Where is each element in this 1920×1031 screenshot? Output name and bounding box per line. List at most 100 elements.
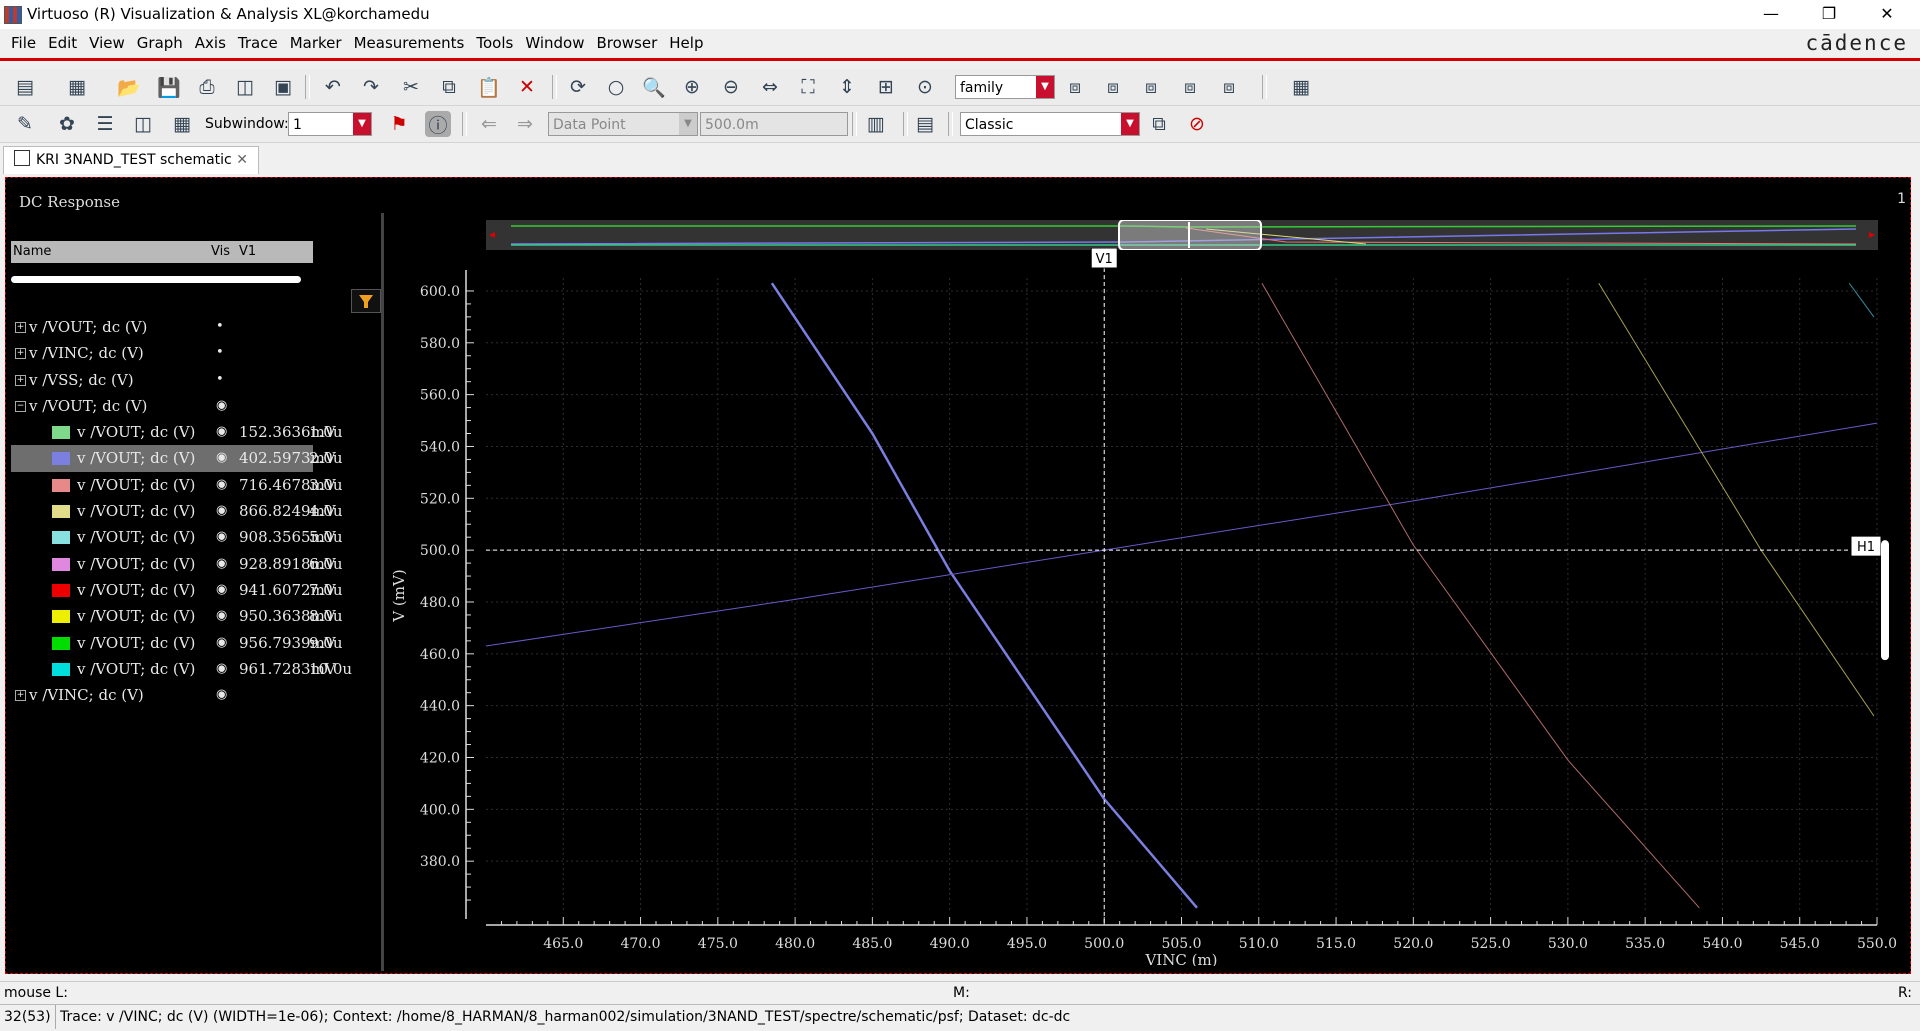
visibility-eye-icon[interactable]: ◉ — [216, 603, 227, 629]
back-icon[interactable]: ⇐ — [476, 111, 502, 137]
legend-trace-row[interactable]: v /VOUT; dc (V) ◉ 956.7939mV 9.0u — [11, 630, 343, 656]
trace-color-swatch[interactable] — [52, 583, 70, 597]
restore-button[interactable]: ❐ — [1800, 0, 1858, 29]
trace-color-swatch[interactable] — [52, 557, 70, 571]
split-horizontal-icon[interactable]: ☰ — [92, 111, 118, 137]
save-icon[interactable]: 💾 — [156, 74, 182, 100]
legend-group[interactable]: + v /VOUT; dc (V) • — [11, 314, 313, 340]
legend-trace-row[interactable]: v /VOUT; dc (V) ◉ 866.8249mV 4.0u — [11, 498, 343, 524]
visibility-dot-icon[interactable]: • — [216, 314, 224, 340]
stop-icon[interactable]: ○ — [603, 74, 629, 100]
forward-icon[interactable]: ⇒ — [512, 111, 538, 137]
plot-icon[interactable]: ◫ — [232, 74, 258, 100]
close-tab-icon[interactable]: ✕ — [236, 147, 248, 174]
legend-trace-row[interactable]: v /VOUT; dc (V) ◉ 928.8918mV 6.0u — [11, 551, 343, 577]
zoom-y-icon[interactable]: ⇕ — [834, 74, 860, 100]
expand-icon[interactable]: + — [15, 690, 26, 702]
value-field[interactable]: 500.0m — [700, 112, 848, 136]
legend-header-name[interactable]: Name — [13, 241, 51, 263]
family-action-5-icon[interactable]: ⧈ — [1216, 74, 1242, 100]
legend-header-vis[interactable]: Vis — [211, 241, 230, 263]
legend-scrollbar[interactable] — [11, 276, 301, 283]
grid-icon[interactable]: ▦ — [1288, 74, 1314, 100]
expand-icon[interactable]: + — [15, 374, 26, 386]
trace-color-swatch[interactable] — [52, 610, 70, 624]
legend-trace-row[interactable]: v /VOUT; dc (V) ◉ 961.7283mV 10.0u — [11, 656, 352, 682]
paste-icon[interactable]: 📋 — [476, 74, 502, 100]
menu-measurements[interactable]: Measurements — [348, 29, 471, 58]
palette-icon[interactable]: ✿ — [54, 111, 80, 137]
minimize-button[interactable]: — — [1742, 0, 1800, 29]
tab-schematic[interactable]: KRI 3NAND_TEST schematic ✕ — [3, 146, 259, 174]
fit-icon[interactable]: ⛶ — [795, 74, 821, 100]
split-vertical-icon[interactable]: ◫ — [130, 111, 156, 137]
menu-tools[interactable]: Tools — [470, 29, 519, 58]
visibility-eye-icon[interactable]: ◉ — [216, 472, 227, 498]
family-action-3-icon[interactable]: ⧈ — [1138, 74, 1164, 100]
legend-trace-row[interactable]: v /VOUT; dc (V) ◉ 402.5973mV 2.0u — [11, 445, 343, 472]
trace-color-swatch[interactable] — [52, 426, 70, 440]
trace-color-swatch[interactable] — [52, 531, 70, 545]
menu-edit[interactable]: Edit — [42, 29, 83, 58]
trace-color-swatch[interactable] — [52, 478, 70, 492]
trace-color-swatch[interactable] — [52, 452, 70, 466]
zoom-in-icon[interactable]: ⊕ — [679, 74, 705, 100]
close-button[interactable]: ✕ — [1858, 0, 1916, 29]
window-options-icon[interactable]: ⧉ — [1146, 111, 1172, 137]
menu-trace[interactable]: Trace — [232, 29, 284, 58]
visibility-eye-icon[interactable]: ◉ — [216, 577, 227, 603]
trace-color-swatch[interactable] — [52, 636, 70, 650]
undo-icon[interactable]: ↶ — [320, 74, 346, 100]
menu-marker[interactable]: Marker — [284, 29, 348, 58]
split-grid-icon[interactable]: ▦ — [169, 111, 195, 137]
legend-trace-row[interactable]: v /VOUT; dc (V) ◉ 941.6072mV 7.0u — [11, 577, 343, 603]
legend-group[interactable]: + v /VINC; dc (V) • — [11, 340, 313, 366]
trace-color-swatch[interactable] — [52, 662, 70, 676]
visibility-eye-icon[interactable]: ◉ — [216, 445, 227, 471]
visibility-eye-icon[interactable]: ◉ — [216, 630, 227, 656]
refresh-icon[interactable]: ⟳ — [565, 74, 591, 100]
zoom-box-icon[interactable]: ⊞ — [873, 74, 899, 100]
info-icon[interactable]: ⓘ — [425, 111, 451, 137]
expand-icon[interactable]: + — [15, 348, 26, 360]
legend-header-width[interactable]: WIDTH — [333, 241, 377, 263]
menu-view[interactable]: View — [83, 29, 131, 58]
legend-trace-row[interactable]: v /VOUT; dc (V) ◉ 908.3565mV 5.0u — [11, 524, 343, 550]
style-combo[interactable]: Classic ▼ — [960, 112, 1140, 136]
visibility-eye-icon[interactable]: ◉ — [216, 551, 227, 577]
expand-icon[interactable]: + — [15, 322, 26, 333]
zoom-reset-icon[interactable]: ⊙ — [912, 74, 938, 100]
visibility-dot-icon[interactable]: • — [216, 340, 224, 366]
legend-trace-row[interactable]: v /VOUT; dc (V) ◉ 152.3636mV 1.0u — [11, 419, 343, 445]
legend-group[interactable]: + v /VSS; dc (V) • — [11, 367, 313, 393]
zoom-out-icon[interactable]: ⊖ — [718, 74, 744, 100]
menu-file[interactable]: File — [5, 29, 42, 58]
trace-color-swatch[interactable] — [52, 505, 70, 519]
family-action-1-icon[interactable]: ⧈ — [1062, 74, 1088, 100]
redo-icon[interactable]: ↷ — [358, 74, 384, 100]
copy-icon[interactable]: ⧉ — [436, 74, 462, 100]
legend-trace-row[interactable]: v /VOUT; dc (V) ◉ 716.4678mV 3.0u — [11, 472, 343, 498]
subwindow-combo[interactable]: 1 ▼ — [288, 112, 372, 136]
family-action-4-icon[interactable]: ⧈ — [1177, 74, 1203, 100]
menu-browser[interactable]: Browser — [590, 29, 663, 58]
print-icon[interactable]: ⎙ — [194, 74, 220, 100]
visibility-eye-icon[interactable]: ◉ — [216, 393, 227, 419]
dc-response-chart[interactable]: 465.0 470.0 475.0 480.0 485.0 490.0 495.0 500.0… — [384, 248, 1904, 966]
menu-axis[interactable]: Axis — [189, 29, 232, 58]
open-icon[interactable]: 📂 — [116, 74, 142, 100]
visibility-eye-icon[interactable]: ◉ — [216, 524, 227, 550]
overview-strip[interactable] — [486, 220, 1878, 250]
family-action-2-icon[interactable]: ⧈ — [1100, 74, 1126, 100]
visibility-eye-icon[interactable]: ◉ — [216, 656, 227, 682]
zoom-icon[interactable]: 🔍 — [641, 74, 667, 100]
visibility-dot-icon[interactable]: • — [216, 367, 224, 393]
visibility-eye-icon[interactable]: ◉ — [216, 682, 227, 708]
legend-group[interactable]: + v /VINC; dc (V) ◉ — [11, 682, 313, 708]
visibility-eye-icon[interactable]: ◉ — [216, 498, 227, 524]
flag-icon[interactable]: ⚑ — [386, 111, 412, 137]
window-remove-icon[interactable]: ⊘ — [1184, 111, 1210, 137]
histogram-icon[interactable]: ▥ — [863, 111, 889, 137]
delete-icon[interactable]: ✕ — [514, 74, 540, 100]
legend-group[interactable]: − v /VOUT; dc (V) ◉ — [11, 393, 313, 419]
